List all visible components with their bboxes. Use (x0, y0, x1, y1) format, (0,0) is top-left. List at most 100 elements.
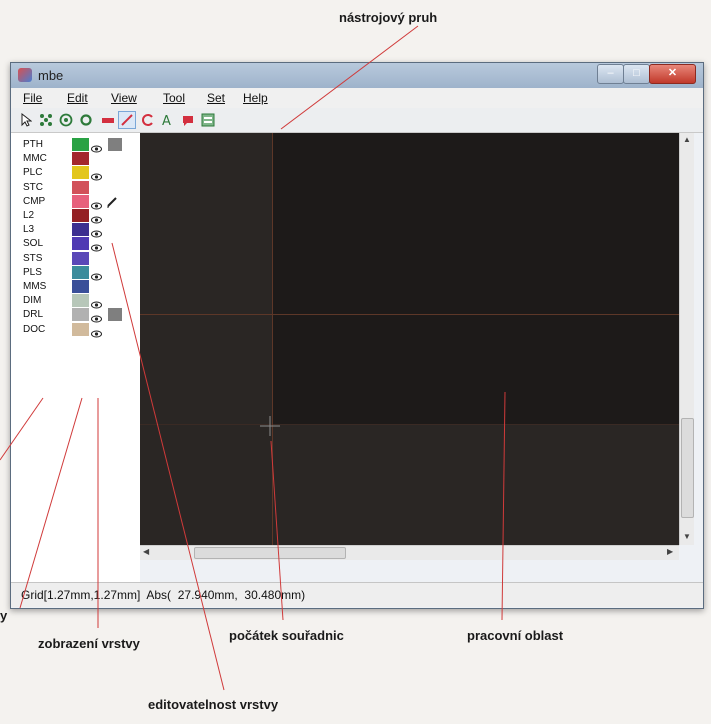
via-icon[interactable] (57, 111, 75, 129)
menu-set-label: Set (207, 91, 226, 105)
layer-color-swatch[interactable] (72, 294, 89, 308)
status-bar: Grid[1.27mm,1.27mm] Abs( 27.940mm, 30.48… (11, 582, 703, 607)
layer-name: CMP (23, 195, 46, 207)
vertical-scrollbar[interactable]: ▲ ▼ (679, 133, 694, 545)
layer-row[interactable]: PTH (11, 138, 140, 153)
close-button[interactable]: ✕ (649, 64, 696, 84)
layer-color-swatch[interactable] (72, 138, 89, 151)
layer-row[interactable]: PLS (11, 265, 140, 281)
menu-bar: File Edit View Tool Set Help (11, 88, 703, 108)
origin-marker (260, 416, 280, 436)
maximize-button[interactable]: □ (623, 64, 650, 84)
layer-row[interactable]: L2 (11, 209, 140, 224)
layer-selected-marker (108, 138, 122, 151)
layer-color-swatch[interactable] (72, 223, 89, 237)
layer-row[interactable]: DOC (11, 322, 140, 338)
callout-partial: y (0, 608, 8, 623)
layer-color-swatch[interactable] (72, 209, 89, 222)
callout-toolbar: nástrojový pruh (339, 10, 438, 25)
menu-edit-label: Edit (67, 91, 88, 105)
window-title: mbe (38, 68, 64, 83)
move-icon[interactable] (37, 111, 55, 129)
callout-origin: počátek souřadnic (229, 628, 344, 643)
layer-name: PTH (23, 139, 43, 150)
layer-name: SOL (23, 238, 44, 250)
layer-row[interactable]: MMC (11, 152, 140, 166)
layer-row[interactable]: STS (11, 251, 140, 265)
layer-name: MMC (23, 153, 47, 165)
menu-set[interactable]: Set (207, 91, 225, 105)
eye-icon[interactable] (91, 325, 102, 343)
layer-row[interactable]: STC (11, 180, 140, 194)
scroll-up-icon[interactable]: ▲ (683, 135, 691, 144)
board-area (272, 133, 679, 424)
layer-name: DOC (23, 323, 46, 335)
layer-row[interactable]: MMS (11, 280, 140, 293)
menu-tool[interactable]: Tool (163, 91, 185, 105)
layer-name: MMS (23, 281, 47, 292)
layer-color-swatch[interactable] (72, 322, 89, 336)
fill-icon[interactable] (179, 111, 197, 129)
layer-row[interactable]: PLC (11, 166, 140, 181)
menu-tool-label: Tool (163, 91, 186, 105)
scroll-left-icon[interactable]: ◀ (143, 547, 149, 556)
select-icon[interactable] (17, 111, 35, 129)
layer-name: L2 (23, 210, 35, 221)
layer-color-swatch[interactable] (72, 280, 89, 293)
layer-name: PLS (23, 266, 42, 278)
menu-view-label: View (111, 91, 137, 105)
app-icon (18, 68, 32, 82)
menu-help[interactable]: Help (243, 91, 268, 105)
layer-name: DIM (23, 295, 42, 307)
layer-color-swatch[interactable] (72, 194, 89, 208)
horizontal-scrollbar[interactable]: ◀ ▶ (140, 545, 679, 560)
layer-name: STC (23, 181, 43, 193)
layer-color-swatch[interactable] (72, 152, 89, 166)
menu-view[interactable]: View (111, 91, 137, 105)
layer-row[interactable]: CMP (11, 194, 140, 210)
layer-panel: PTH MMC PLC STC CMP L2 L3 SOL STS PLS MMS DIM DRL DOC (11, 133, 140, 582)
layer-color-swatch[interactable] (72, 265, 89, 279)
toolbar: A (11, 108, 703, 133)
title-bar: mbe – □ ✕ (11, 63, 703, 88)
layer-row[interactable]: DRL (11, 308, 140, 323)
svg-text:A: A (162, 114, 171, 127)
callout-layer-visibility: zobrazení vrstvy (38, 636, 140, 651)
line-icon[interactable] (118, 111, 136, 129)
layer-color-swatch[interactable] (72, 166, 89, 180)
grid-line-horizontal (140, 424, 679, 425)
layer-row[interactable]: DIM (11, 294, 140, 309)
layer-name: DRL (23, 309, 44, 321)
menu-file[interactable]: File (23, 91, 42, 105)
scroll-down-icon[interactable]: ▼ (683, 532, 691, 541)
vertical-scroll-thumb[interactable] (681, 418, 694, 518)
menu-help-label: Help (243, 91, 268, 105)
menu-edit[interactable]: Edit (67, 91, 88, 105)
rect-pad-icon[interactable] (99, 111, 117, 129)
layer-color-swatch[interactable] (72, 308, 89, 322)
grid-line-vertical (272, 133, 273, 545)
pad-icon[interactable] (77, 111, 95, 129)
minimize-button[interactable]: – (597, 64, 624, 84)
layer-selected-marker (108, 308, 122, 322)
scroll-right-icon[interactable]: ▶ (667, 547, 673, 556)
text-icon[interactable]: A (159, 111, 177, 129)
layer-color-swatch[interactable] (72, 180, 89, 194)
layer-name: PLC (23, 167, 43, 179)
status-text: Grid[1.27mm,1.27mm] Abs( 27.940mm, 30.48… (21, 588, 306, 602)
layer-color-swatch[interactable] (72, 251, 89, 265)
work-area[interactable] (140, 133, 679, 545)
layer-row[interactable]: SOL (11, 237, 140, 252)
callout-layer-editability: editovatelnost vrstvy (148, 697, 279, 712)
horizontal-scroll-thumb[interactable] (194, 547, 346, 559)
layer-name: L3 (23, 224, 35, 236)
layer-name: STS (23, 252, 43, 264)
arc-icon[interactable] (139, 111, 157, 129)
grid-line-horizontal (140, 314, 679, 315)
app-window: mbe – □ ✕ File Edit View Tool Set Help A… (10, 62, 704, 609)
callout-workspace: pracovní oblast (467, 628, 564, 643)
layer-color-swatch[interactable] (72, 237, 89, 251)
layer-row[interactable]: L3 (11, 223, 140, 238)
component-icon[interactable] (199, 111, 217, 129)
menu-file-label: File (23, 91, 43, 105)
